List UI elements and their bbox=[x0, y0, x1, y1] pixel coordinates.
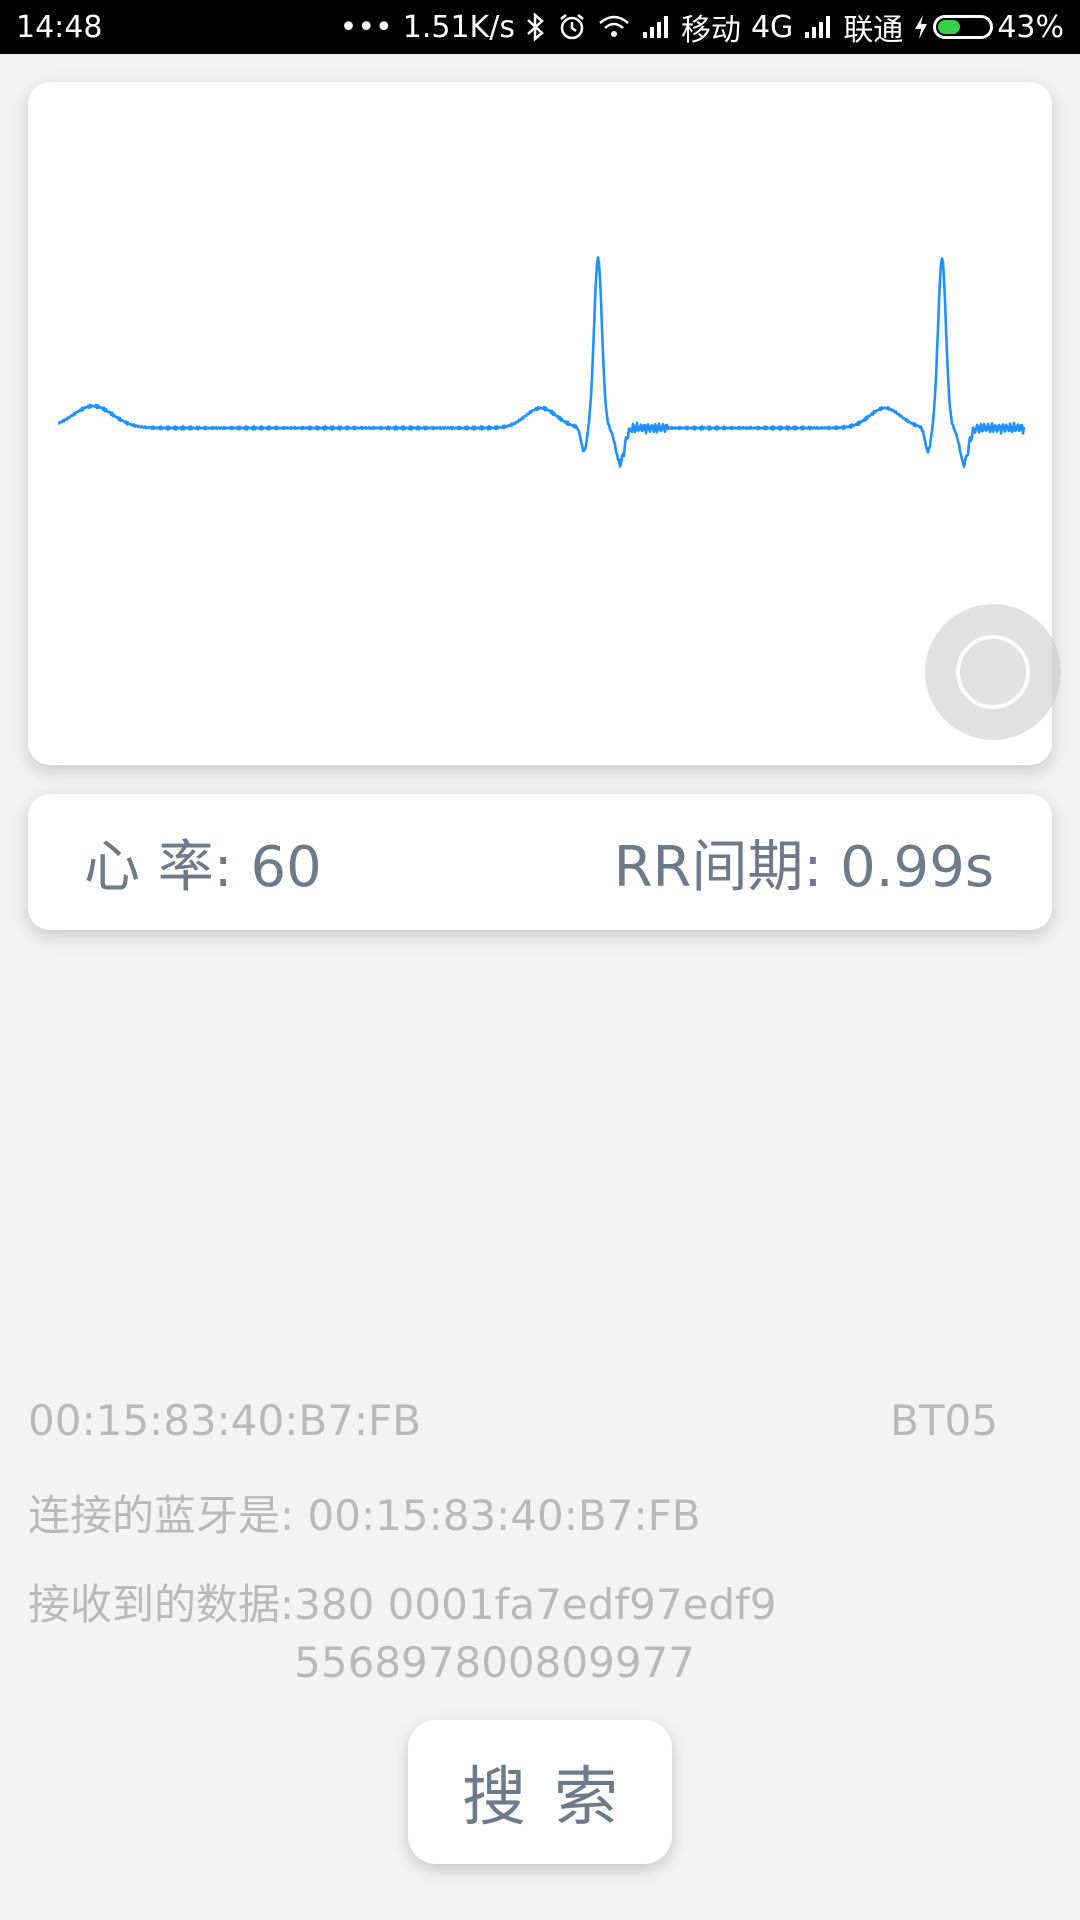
stats-card: 心 率: 60 RR间期: 0.99s bbox=[28, 794, 1052, 930]
ecg-card bbox=[28, 82, 1052, 765]
bluetooth-icon bbox=[525, 12, 547, 42]
connected-device-row: 连接的蓝牙是: 00:15:83:40:B7:FB bbox=[28, 1482, 701, 1543]
signal-icon bbox=[641, 14, 671, 40]
battery-icon bbox=[933, 15, 994, 39]
received-data-line-2: 556897800809977 bbox=[294, 1638, 695, 1687]
received-data-label: 接收到的数据: bbox=[28, 1580, 295, 1629]
network-type: 4G bbox=[750, 9, 794, 45]
search-button[interactable]: 搜索 bbox=[408, 1720, 672, 1864]
more-dots: ••• bbox=[339, 9, 393, 45]
status-bar: 14:48 ••• 1.51K/s 移动 4G 联通 43% bbox=[0, 0, 1080, 54]
carrier-2: 联通 bbox=[843, 13, 904, 48]
received-data-line-1: 380 0001fa7edf97edf9 bbox=[294, 1580, 777, 1629]
signal-icon bbox=[803, 14, 833, 40]
heart-rate-label: 心 率: 60 bbox=[84, 834, 322, 900]
search-button-label: 搜索 bbox=[462, 1761, 646, 1835]
charging-icon bbox=[913, 13, 929, 41]
ecg-waveform bbox=[57, 256, 1026, 468]
device-row[interactable]: 00:15:83:40:B7:FB BT05 bbox=[28, 1396, 998, 1445]
ecg-waveform-chart bbox=[57, 256, 1026, 468]
rr-interval-label: RR间期: 0.99s bbox=[613, 834, 994, 900]
device-mac: 00:15:83:40:B7:FB bbox=[28, 1396, 422, 1445]
alarm-icon bbox=[557, 12, 587, 42]
floating-button[interactable] bbox=[925, 604, 1061, 740]
status-time: 14:48 bbox=[16, 9, 103, 45]
carrier-1: 移动 bbox=[680, 13, 741, 48]
wifi-icon bbox=[597, 13, 631, 41]
battery-indicator: 43% bbox=[913, 10, 1064, 45]
connected-label: 连接的蓝牙是: bbox=[28, 1491, 295, 1540]
battery-fill bbox=[938, 20, 961, 34]
battery-percent: 43% bbox=[997, 9, 1064, 45]
device-name: BT05 bbox=[890, 1396, 998, 1445]
floating-button-ring-icon bbox=[956, 635, 1030, 709]
received-data-values: 380 0001fa7edf97edf9 556897800809977 bbox=[294, 1576, 776, 1692]
received-data-row: 接收到的数据: 380 0001fa7edf97edf9 55689780080… bbox=[28, 1576, 777, 1692]
status-right: ••• 1.51K/s 移动 4G 联通 43% bbox=[340, 5, 1064, 49]
network-speed: 1.51K/s bbox=[402, 9, 515, 45]
connected-mac: 00:15:83:40:B7:FB bbox=[307, 1491, 701, 1540]
